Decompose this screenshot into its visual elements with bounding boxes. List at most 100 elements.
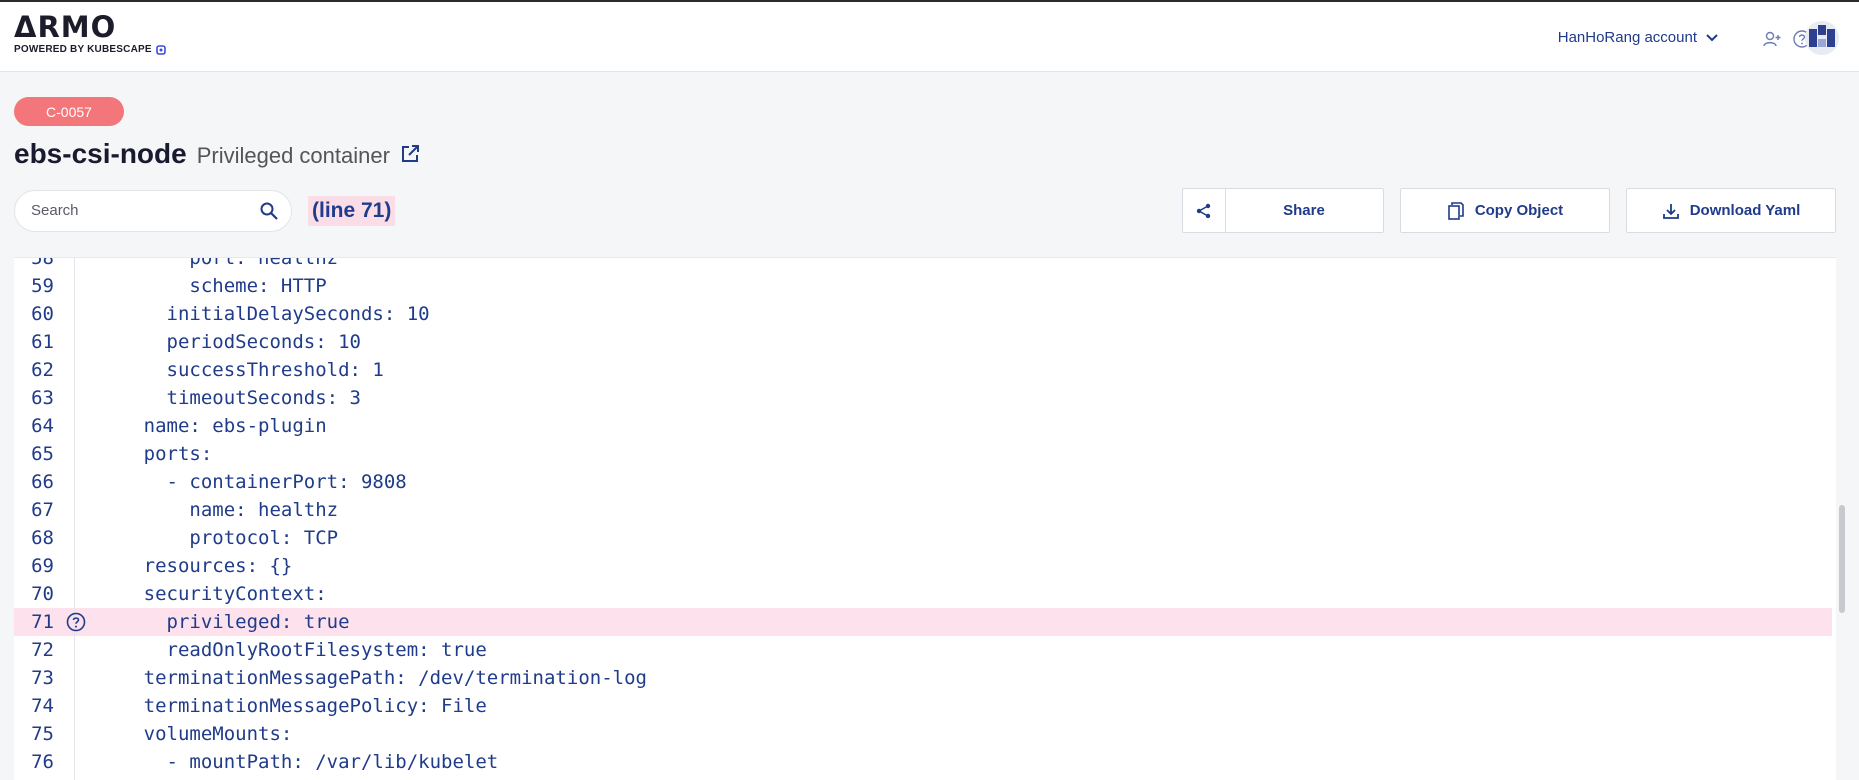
account-selector[interactable]: HanHoRang account xyxy=(1558,29,1719,46)
line-number: 59 xyxy=(31,275,54,297)
line-gutter xyxy=(58,300,75,328)
line-gutter xyxy=(58,776,75,780)
code-line: 64 name: ebs-plugin xyxy=(14,412,1832,440)
line-text: privileged: true xyxy=(75,611,350,633)
line-gutter xyxy=(58,664,75,692)
code-line: 60 initialDelaySeconds: 10 xyxy=(14,300,1832,328)
line-number: 69 xyxy=(31,555,54,577)
line-text: - mountPath: /var/lib/kubelet xyxy=(75,751,499,773)
line-gutter xyxy=(58,748,75,776)
armo-logo[interactable]: ΔRMO POWERED BY KUBESCAPE xyxy=(14,12,166,55)
download-yaml-label: Download Yaml xyxy=(1689,202,1801,219)
code-line: 72 readOnlyRootFilesystem: true xyxy=(14,636,1832,664)
line-text: ports: xyxy=(75,443,213,465)
line-gutter xyxy=(58,524,75,552)
line-text: successThreshold: 1 xyxy=(75,359,384,381)
resource-name: ebs-csi-node xyxy=(14,138,187,169)
kubescape-icon xyxy=(155,44,166,55)
copy-object-label: Copy Object xyxy=(1474,202,1564,219)
account-label: HanHoRang account xyxy=(1557,29,1697,46)
line-gutter xyxy=(58,636,75,664)
top-bar: ΔRMO POWERED BY KUBESCAPE HanHoRang acco… xyxy=(0,0,1859,72)
line-number: 67 xyxy=(31,499,54,521)
line-gutter xyxy=(58,468,75,496)
line-gutter xyxy=(58,272,75,300)
add-user-icon[interactable] xyxy=(1761,28,1783,50)
line-text: port: healthz xyxy=(75,257,339,269)
line-number: 62 xyxy=(31,359,54,381)
logo-text: ΔRMO xyxy=(14,10,117,44)
code-scrollbar[interactable] xyxy=(1839,505,1845,613)
line-text: timeoutSeconds: 3 xyxy=(75,387,361,409)
line-number: 70 xyxy=(31,583,54,605)
copy-icon xyxy=(1448,201,1464,220)
line-gutter xyxy=(58,496,75,524)
line-indicator: (line 71) xyxy=(308,196,396,226)
line-gutter xyxy=(58,440,75,468)
line-text: terminationMessagePath: /dev/termination… xyxy=(75,667,647,689)
line-text: resources: {} xyxy=(75,555,293,577)
download-yaml-button[interactable]: Download Yaml xyxy=(1626,188,1836,233)
question-hint-icon[interactable] xyxy=(66,612,86,632)
line-gutter xyxy=(58,258,75,272)
chevron-down-icon xyxy=(1706,33,1718,41)
yaml-code-viewer[interactable]: 58 port: healthz 59 scheme: HTTP 60 initia… xyxy=(14,257,1836,780)
code-line: 69 resources: {} xyxy=(14,552,1832,580)
line-number: 66 xyxy=(31,471,54,493)
line-text: readOnlyRootFilesystem: true xyxy=(75,639,487,661)
line-number: 65 xyxy=(31,443,54,465)
line-number: 75 xyxy=(31,723,54,745)
line-number: 68 xyxy=(31,527,54,549)
external-link-icon[interactable] xyxy=(400,144,420,164)
line-number: 58 xyxy=(31,257,54,269)
highlighted-code-line: 71 privileged: true xyxy=(14,608,1832,636)
search-box xyxy=(14,190,292,232)
logo-subtitle-text: POWERED BY KUBESCAPE xyxy=(14,44,152,55)
share-icon-box xyxy=(1183,189,1226,232)
page-title: ebs-csi-node Privileged container xyxy=(14,138,420,170)
line-text: protocol: TCP xyxy=(75,527,339,549)
share-button[interactable]: Share xyxy=(1182,188,1384,233)
line-gutter xyxy=(58,580,75,608)
line-text: name: healthz xyxy=(75,499,339,521)
line-text: initialDelaySeconds: 10 xyxy=(75,303,430,325)
line-gutter xyxy=(58,692,75,720)
logo-subtitle: POWERED BY KUBESCAPE xyxy=(14,44,166,55)
search-input[interactable] xyxy=(29,201,253,220)
line-gutter xyxy=(58,552,75,580)
download-icon xyxy=(1662,203,1679,219)
line-number: 71 xyxy=(31,611,54,633)
code-line: 61 periodSeconds: 10 xyxy=(14,328,1832,356)
share-icon xyxy=(1196,203,1211,218)
code-line: 66 - containerPort: 9808 xyxy=(14,468,1832,496)
line-text: terminationMessagePolicy: File xyxy=(75,695,487,717)
code-line: 58 port: healthz xyxy=(14,257,1832,272)
line-gutter xyxy=(58,412,75,440)
line-gutter xyxy=(58,356,75,384)
code-line: 74 terminationMessagePolicy: File xyxy=(14,692,1832,720)
avatar-icon xyxy=(1805,21,1839,55)
line-text: name: ebs-plugin xyxy=(75,415,327,437)
line-number: 73 xyxy=(31,667,54,689)
code-line: 67 name: healthz xyxy=(14,496,1832,524)
control-id-badge: C-0057 xyxy=(14,97,124,126)
control-name: Privileged container xyxy=(196,143,390,168)
search-icon[interactable] xyxy=(259,201,279,221)
code-line: 77 mountPropagation: Bidirectional xyxy=(14,776,1832,780)
line-gutter xyxy=(58,384,75,412)
line-number: 74 xyxy=(31,695,54,717)
code-line: 63 timeoutSeconds: 3 xyxy=(14,384,1832,412)
line-text: securityContext: xyxy=(75,583,327,605)
code-line: 73 terminationMessagePath: /dev/terminat… xyxy=(14,664,1832,692)
line-number: 63 xyxy=(31,387,54,409)
line-number: 64 xyxy=(31,415,54,437)
code-line: 62 successThreshold: 1 xyxy=(14,356,1832,384)
line-number: 61 xyxy=(31,331,54,353)
line-text: scheme: HTTP xyxy=(75,275,327,297)
line-gutter xyxy=(58,328,75,356)
avatar[interactable] xyxy=(1805,21,1839,55)
code-line: 70 securityContext: xyxy=(14,580,1832,608)
code-line: 68 protocol: TCP xyxy=(14,524,1832,552)
copy-object-button[interactable]: Copy Object xyxy=(1400,188,1610,233)
line-text: - containerPort: 9808 xyxy=(75,471,407,493)
